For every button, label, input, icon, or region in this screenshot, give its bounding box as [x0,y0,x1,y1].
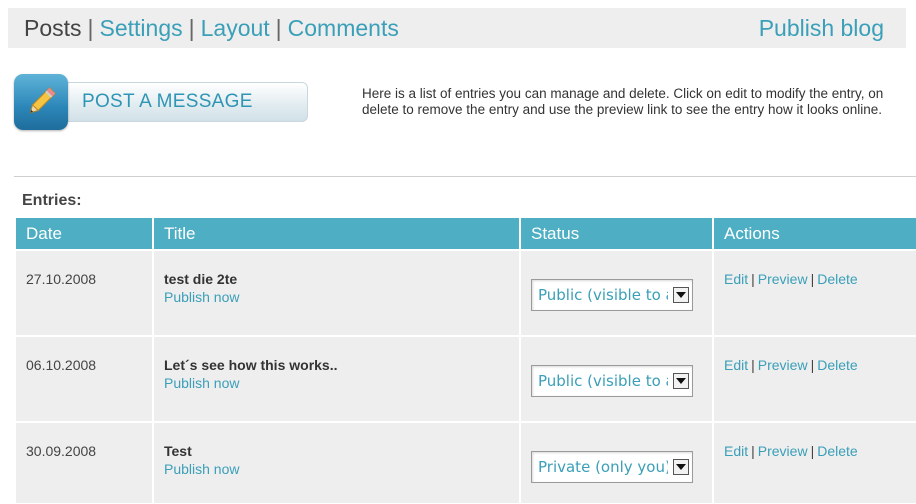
pencil-icon [14,74,68,130]
entry-title-cell: Let´s see how this works.. Publish now [154,337,519,423]
action-separator: | [751,357,755,373]
entry-actions: Edit | Preview | Delete [714,423,916,503]
status-select[interactable]: Private (only you) [531,451,693,483]
status-select[interactable]: Public (visible to all) [531,365,693,397]
entry-status-cell: Public (visible to all) [521,251,712,337]
publish-blog-link[interactable]: Publish blog [759,15,884,42]
entry-actions: Edit | Preview | Delete [714,251,916,337]
table-row: 27.10.2008 test die 2te Publish now Publ… [16,251,916,337]
column-header-actions: Actions [714,218,916,251]
post-message-label: POST A MESSAGE [82,91,253,112]
nav-item-posts[interactable]: Posts [24,15,82,41]
entry-title-cell: test die 2te Publish now [154,251,519,337]
entry-date: 06.10.2008 [16,337,152,423]
table-row: 06.10.2008 Let´s see how this works.. Pu… [16,337,916,423]
entries-table: Date Title Status Actions 27.10.2008 tes… [14,218,916,503]
action-separator: | [751,271,755,287]
action-separator: | [810,443,815,459]
intro-text: Here is a list of entries you can manage… [362,86,884,117]
entry-actions: Edit | Preview | Delete [714,337,916,423]
chevron-down-icon[interactable] [673,459,689,475]
delete-link[interactable]: Delete [817,357,857,373]
column-header-date: Date [16,218,152,251]
status-select-value: Private (only you) [538,458,668,476]
nav-item-layout[interactable]: Layout [201,15,270,41]
entry-title: Let´s see how this works.. [164,357,338,373]
preview-link[interactable]: Preview [758,357,808,373]
nav-item-comments[interactable]: Comments [288,15,399,41]
post-message-button[interactable]: POST A MESSAGE [14,74,308,130]
entry-date: 27.10.2008 [16,251,152,337]
publish-now-link[interactable]: Publish now [164,289,509,305]
entry-title: Test [164,443,192,459]
preview-link[interactable]: Preview [758,443,808,459]
column-header-status: Status [521,218,712,251]
nav-item-settings[interactable]: Settings [100,15,183,41]
entries-heading: Entries: [22,192,82,209]
table-header-row: Date Title Status Actions [16,218,916,251]
nav-separator: | [87,14,94,41]
entry-title-cell: Test Publish now [154,423,519,503]
entry-title: test die 2te [164,271,238,287]
status-select-value: Public (visible to all) [538,372,668,390]
delete-link[interactable]: Delete [817,271,857,287]
action-separator: | [751,443,755,459]
publish-now-link[interactable]: Publish now [164,461,509,477]
entry-status-cell: Private (only you) [521,423,712,503]
divider [14,176,916,177]
nav-separator: | [275,14,282,41]
column-header-title: Title [154,218,519,251]
publish-now-link[interactable]: Publish now [164,375,509,391]
nav-separator: | [188,14,195,41]
action-separator: | [810,271,815,287]
entry-status-cell: Public (visible to all) [521,337,712,423]
edit-link[interactable]: Edit [724,357,748,373]
action-separator: | [810,357,815,373]
table-row: 30.09.2008 Test Publish now Private (onl… [16,423,916,503]
nav-links: Posts | Settings | Layout | Comments [24,15,399,42]
preview-link[interactable]: Preview [758,271,808,287]
edit-link[interactable]: Edit [724,443,748,459]
delete-link[interactable]: Delete [817,443,857,459]
top-navigation: Posts | Settings | Layout | Comments Publish b… [8,8,906,48]
entry-date: 30.09.2008 [16,423,152,503]
chevron-down-icon[interactable] [673,287,689,303]
chevron-down-icon[interactable] [673,373,689,389]
status-select[interactable]: Public (visible to all) [531,279,693,311]
status-select-value: Public (visible to all) [538,286,668,304]
edit-link[interactable]: Edit [724,271,748,287]
